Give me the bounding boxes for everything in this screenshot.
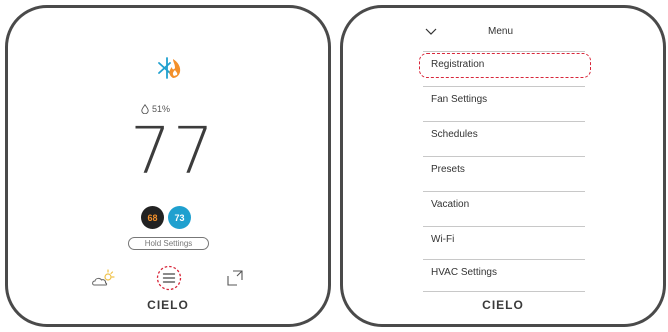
cielo-logo: CIELO [482, 298, 524, 312]
cielo-logo: CIELO [147, 298, 189, 312]
registration-highlight [419, 53, 591, 78]
thermostat-home-screen: 51% 77 68 73 Hold Settings CIELO [5, 5, 331, 327]
chevron-down-icon[interactable] [425, 27, 437, 37]
expand-icon[interactable] [227, 270, 243, 286]
menu-title: Menu [488, 26, 514, 37]
menu-item-hvac-settings[interactable]: HVAC Settings [423, 262, 585, 284]
menu-divider [423, 86, 585, 87]
menu-item-wifi[interactable]: Wi-Fi [423, 229, 585, 251]
droplet-icon [141, 104, 149, 114]
menu-icon[interactable] [156, 265, 182, 291]
menu-item-schedules[interactable]: Schedules [423, 124, 585, 146]
humidity-value: 51% [152, 104, 171, 114]
heat-setpoint-button[interactable]: 68 [141, 206, 164, 229]
menu-divider [423, 291, 585, 292]
menu-divider [423, 191, 585, 192]
snowflake-flame-icon[interactable] [156, 55, 184, 81]
menu-divider [423, 226, 585, 227]
menu-item-fan-settings[interactable]: Fan Settings [423, 89, 585, 111]
menu-item-presets[interactable]: Presets [423, 159, 585, 181]
menu-divider [423, 121, 585, 122]
partly-sunny-icon[interactable] [91, 268, 115, 288]
current-temperature: 77 [130, 115, 216, 189]
hold-settings-button[interactable]: Hold Settings [128, 237, 209, 250]
cool-setpoint-button[interactable]: 73 [168, 206, 191, 229]
humidity-readout: 51% [141, 102, 201, 116]
menu-item-vacation[interactable]: Vacation [423, 194, 585, 216]
thermostat-menu-screen: Menu Registration Fan Settings Schedules… [340, 5, 666, 327]
menu-divider [423, 156, 585, 157]
menu-divider [423, 51, 585, 52]
menu-divider [423, 259, 585, 260]
